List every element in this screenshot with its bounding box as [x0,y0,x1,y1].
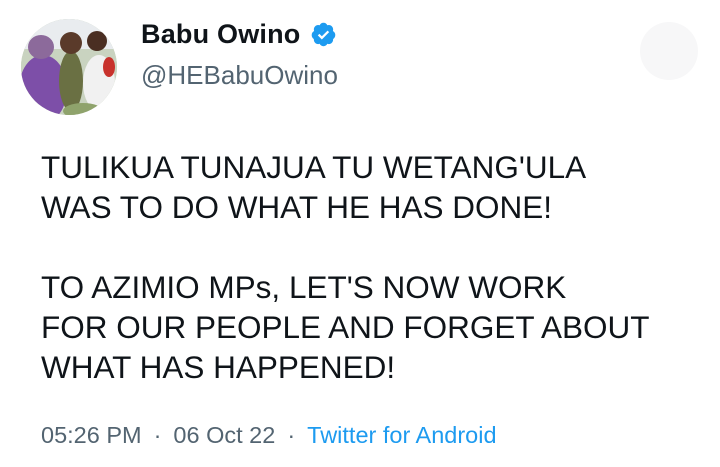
tweet-paragraph: TULIKUA TUNAJUA TU WETANG'ULA WAS TO DO … [41,149,587,225]
avatar-photo [21,19,117,115]
avatar[interactable] [21,19,117,115]
verified-badge-icon [310,21,337,48]
tweet-paragraph: TO AZIMIO MPs, LET'S NOW WORK FOR OUR PE… [41,269,650,385]
display-name[interactable]: Babu Owino [141,19,301,50]
more-options-button[interactable] [640,22,698,80]
meta-separator: · [287,422,296,448]
author-handle[interactable]: @HEBabuOwino [141,60,338,91]
tweet-time[interactable]: 05:26 PM [41,422,142,449]
meta-separator: · [153,422,162,448]
author-name-row[interactable]: Babu Owino [141,14,337,54]
tweet-metadata: 05:26 PM · 06 Oct 22 · Twitter for Andro… [41,422,497,449]
tweet-text: TULIKUA TUNAJUA TU WETANG'ULA WAS TO DO … [41,147,701,387]
tweet-date[interactable]: 06 Oct 22 [173,422,275,449]
tweet-source-link[interactable]: Twitter for Android [307,422,496,449]
